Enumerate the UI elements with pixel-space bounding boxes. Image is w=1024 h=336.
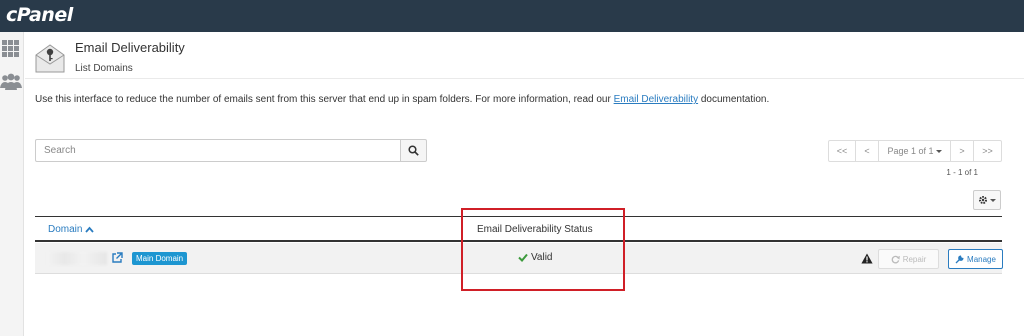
first-page-button[interactable]: << <box>828 140 856 162</box>
results-range: 1 - 1 of 1 <box>946 168 978 177</box>
main-domain-badge: Main Domain <box>132 252 188 265</box>
search-input[interactable] <box>35 139 401 162</box>
search-icon <box>408 145 419 156</box>
users-icon[interactable] <box>0 72 22 92</box>
sidebar <box>0 32 24 336</box>
sort-asc-icon <box>85 226 94 233</box>
caret-down-icon <box>935 149 942 153</box>
header-divider <box>25 78 1024 79</box>
prev-page-button[interactable]: < <box>855 140 879 162</box>
search-button[interactable] <box>400 139 427 162</box>
description-text: Use this interface to reduce the number … <box>35 94 769 105</box>
page-select[interactable]: Page 1 of 1 <box>878 140 951 162</box>
page-title: Email Deliverability <box>75 40 185 55</box>
repair-label: Repair <box>902 254 927 264</box>
domain-column-header[interactable]: Domain <box>48 224 94 235</box>
search-group <box>35 139 427 162</box>
email-deliverability-doc-link[interactable]: Email Deliverability <box>614 94 698 105</box>
domain-column-label: Domain <box>48 224 83 235</box>
external-link-icon[interactable] <box>111 252 123 264</box>
gear-icon <box>979 196 987 204</box>
description-body: Use this interface to reduce the number … <box>35 94 614 105</box>
annotation-highlight-box <box>461 208 625 291</box>
top-bar: cPanel <box>0 0 1024 32</box>
page-subtitle: List Domains <box>75 63 133 74</box>
manage-label: Manage <box>967 254 996 264</box>
refresh-icon <box>891 255 900 263</box>
table-settings-button[interactable] <box>973 190 1001 210</box>
repair-button[interactable]: Repair <box>878 249 939 269</box>
envelope-key-icon <box>34 42 66 74</box>
cpanel-logo[interactable]: cPanel <box>6 4 73 26</box>
caret-down-icon <box>990 198 996 202</box>
manage-button[interactable]: Manage <box>948 249 1003 269</box>
description-suffix: documentation. <box>698 94 770 105</box>
main-content: Email Deliverability List Domains Use th… <box>25 32 1024 336</box>
grid-icon[interactable] <box>2 40 20 57</box>
last-page-button[interactable]: >> <box>973 140 1002 162</box>
page-label: Page 1 of 1 <box>887 146 934 156</box>
warning-icon <box>861 253 873 264</box>
wrench-icon <box>955 254 964 263</box>
next-page-button[interactable]: > <box>950 140 974 162</box>
domain-name <box>47 252 107 265</box>
